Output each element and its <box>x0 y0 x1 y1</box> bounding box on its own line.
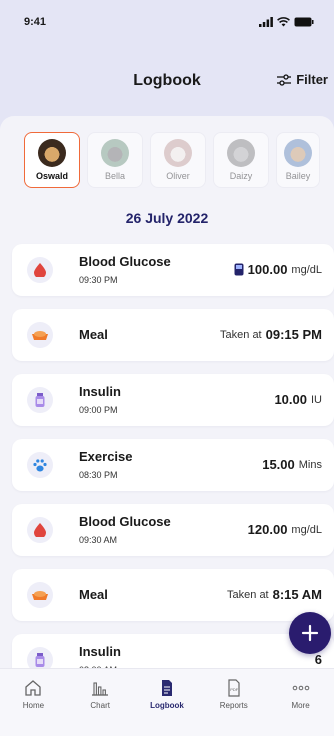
status-bar: 9:41 <box>0 0 334 44</box>
tab-label: Chart <box>90 701 110 710</box>
more-icon <box>292 685 309 691</box>
plus-icon <box>301 624 319 642</box>
entry-value: Taken at 09:15 PM <box>220 327 322 342</box>
tab-label: More <box>291 701 310 710</box>
entry-time: 09:00 PM <box>79 405 118 415</box>
entry-value-number: 100.00 <box>247 262 288 277</box>
entry-value: 120.00 mg/dL <box>248 522 322 537</box>
status-icons <box>259 17 314 27</box>
filter-sliders-icon <box>277 73 292 86</box>
entry-value: 100.00 mg/dL <box>234 262 322 277</box>
entry-title: Meal <box>79 587 108 602</box>
signal-icon <box>259 17 273 27</box>
log-entry[interactable]: Insulin 09:00 PM 10.00 IU <box>12 374 334 426</box>
pdf-report-icon: PDF <box>228 679 240 697</box>
pet-card-oswald[interactable]: Oswald <box>24 132 80 188</box>
blood-drop-icon <box>27 517 53 543</box>
pet-card-oliver[interactable]: Oliver <box>150 132 206 188</box>
entry-value: 10.00 IU <box>274 392 322 407</box>
entry-title: Exercise <box>79 449 133 464</box>
pet-avatar <box>164 139 192 167</box>
glucose-meter-icon <box>234 263 244 276</box>
pet-name: Oswald <box>35 171 68 181</box>
entry-value-unit: mg/dL <box>291 523 322 536</box>
status-time: 9:41 <box>24 16 47 28</box>
filter-button[interactable]: Filter <box>277 72 328 87</box>
log-entry[interactable]: Blood Glucose 09:30 AM 120.00 mg/dL <box>12 504 334 556</box>
entry-value-time: 8:15 AM <box>272 587 322 602</box>
entry-time: 09:30 AM <box>79 535 118 545</box>
food-bowl-icon <box>27 322 53 348</box>
insulin-vial-icon <box>27 387 53 413</box>
logbook-icon <box>161 680 172 696</box>
pet-card-bella[interactable]: Bella <box>87 132 143 188</box>
paw-icon <box>27 452 53 478</box>
entry-value: 15.00 Mins <box>262 457 322 472</box>
entry-value-time: 09:15 PM <box>265 327 322 342</box>
pet-name: Bella <box>104 171 125 181</box>
pet-name: Bailey <box>285 171 311 181</box>
tab-label: Reports <box>219 701 248 710</box>
entry-value-number: 15.00 <box>262 457 295 472</box>
bottom-tab-bar: Home Chart Logbook PDF Reports More <box>0 668 334 736</box>
wifi-icon <box>277 17 290 27</box>
pet-avatar <box>227 139 255 167</box>
tab-label: Logbook <box>150 701 184 710</box>
tab-chart[interactable]: Chart <box>70 679 130 736</box>
battery-icon <box>294 17 314 27</box>
entry-value-unit: IU <box>311 393 322 406</box>
pet-selector: Oswald Bella Oliver Daizy Bailey <box>24 132 320 188</box>
pet-name: Daizy <box>229 171 253 181</box>
entry-title: Blood Glucose <box>79 254 171 269</box>
entry-time: 08:30 PM <box>79 470 118 480</box>
entry-value-number: 120.00 <box>247 522 288 537</box>
entry-time: 09:30 PM <box>79 275 118 285</box>
entry-title: Insulin <box>79 644 121 659</box>
tab-more[interactable]: More <box>271 679 331 736</box>
entry-value-prefix: Taken at <box>220 328 262 341</box>
log-entry[interactable]: Meal Taken at 8:15 AM <box>12 569 334 621</box>
svg-text:PDF: PDF <box>230 687 239 692</box>
log-entries-list: Blood Glucose 09:30 PM 100.00 mg/dL Meal… <box>12 244 334 699</box>
pet-avatar <box>101 139 129 167</box>
entry-value-number: 6 <box>314 652 322 667</box>
log-entry[interactable]: Meal Taken at 09:15 PM <box>12 309 334 361</box>
tab-reports[interactable]: PDF Reports <box>204 679 264 736</box>
entry-value-unit: mg/dL <box>291 263 322 276</box>
log-entry[interactable]: Exercise 08:30 PM 15.00 Mins <box>12 439 334 491</box>
header: Logbook Filter <box>0 62 334 102</box>
tab-logbook[interactable]: Logbook <box>137 679 197 736</box>
entry-title: Blood Glucose <box>79 514 171 529</box>
pet-card-bailey[interactable]: Bailey <box>276 132 320 188</box>
entry-value-number: 10.00 <box>274 392 307 407</box>
entry-title: Insulin <box>79 384 121 399</box>
entry-value: Taken at 8:15 AM <box>227 587 322 602</box>
entry-value-unit: Mins <box>298 458 322 471</box>
food-bowl-icon <box>27 582 53 608</box>
pet-card-daizy[interactable]: Daizy <box>213 132 269 188</box>
entry-title: Meal <box>79 327 108 342</box>
add-entry-button[interactable] <box>289 612 331 654</box>
blood-drop-icon <box>27 257 53 283</box>
tab-label: Home <box>22 701 45 710</box>
filter-label: Filter <box>296 72 328 87</box>
home-icon <box>25 680 42 696</box>
pet-name: Oliver <box>166 171 190 181</box>
pet-avatar <box>284 139 312 167</box>
tab-home[interactable]: Home <box>3 679 63 736</box>
entry-value-prefix: Taken at <box>227 588 269 601</box>
log-date: 26 July 2022 <box>125 210 209 226</box>
log-entry[interactable]: Blood Glucose 09:30 PM 100.00 mg/dL <box>12 244 334 296</box>
pet-avatar <box>38 139 66 167</box>
chart-icon <box>92 682 109 696</box>
entry-value: 6 <box>315 652 322 667</box>
